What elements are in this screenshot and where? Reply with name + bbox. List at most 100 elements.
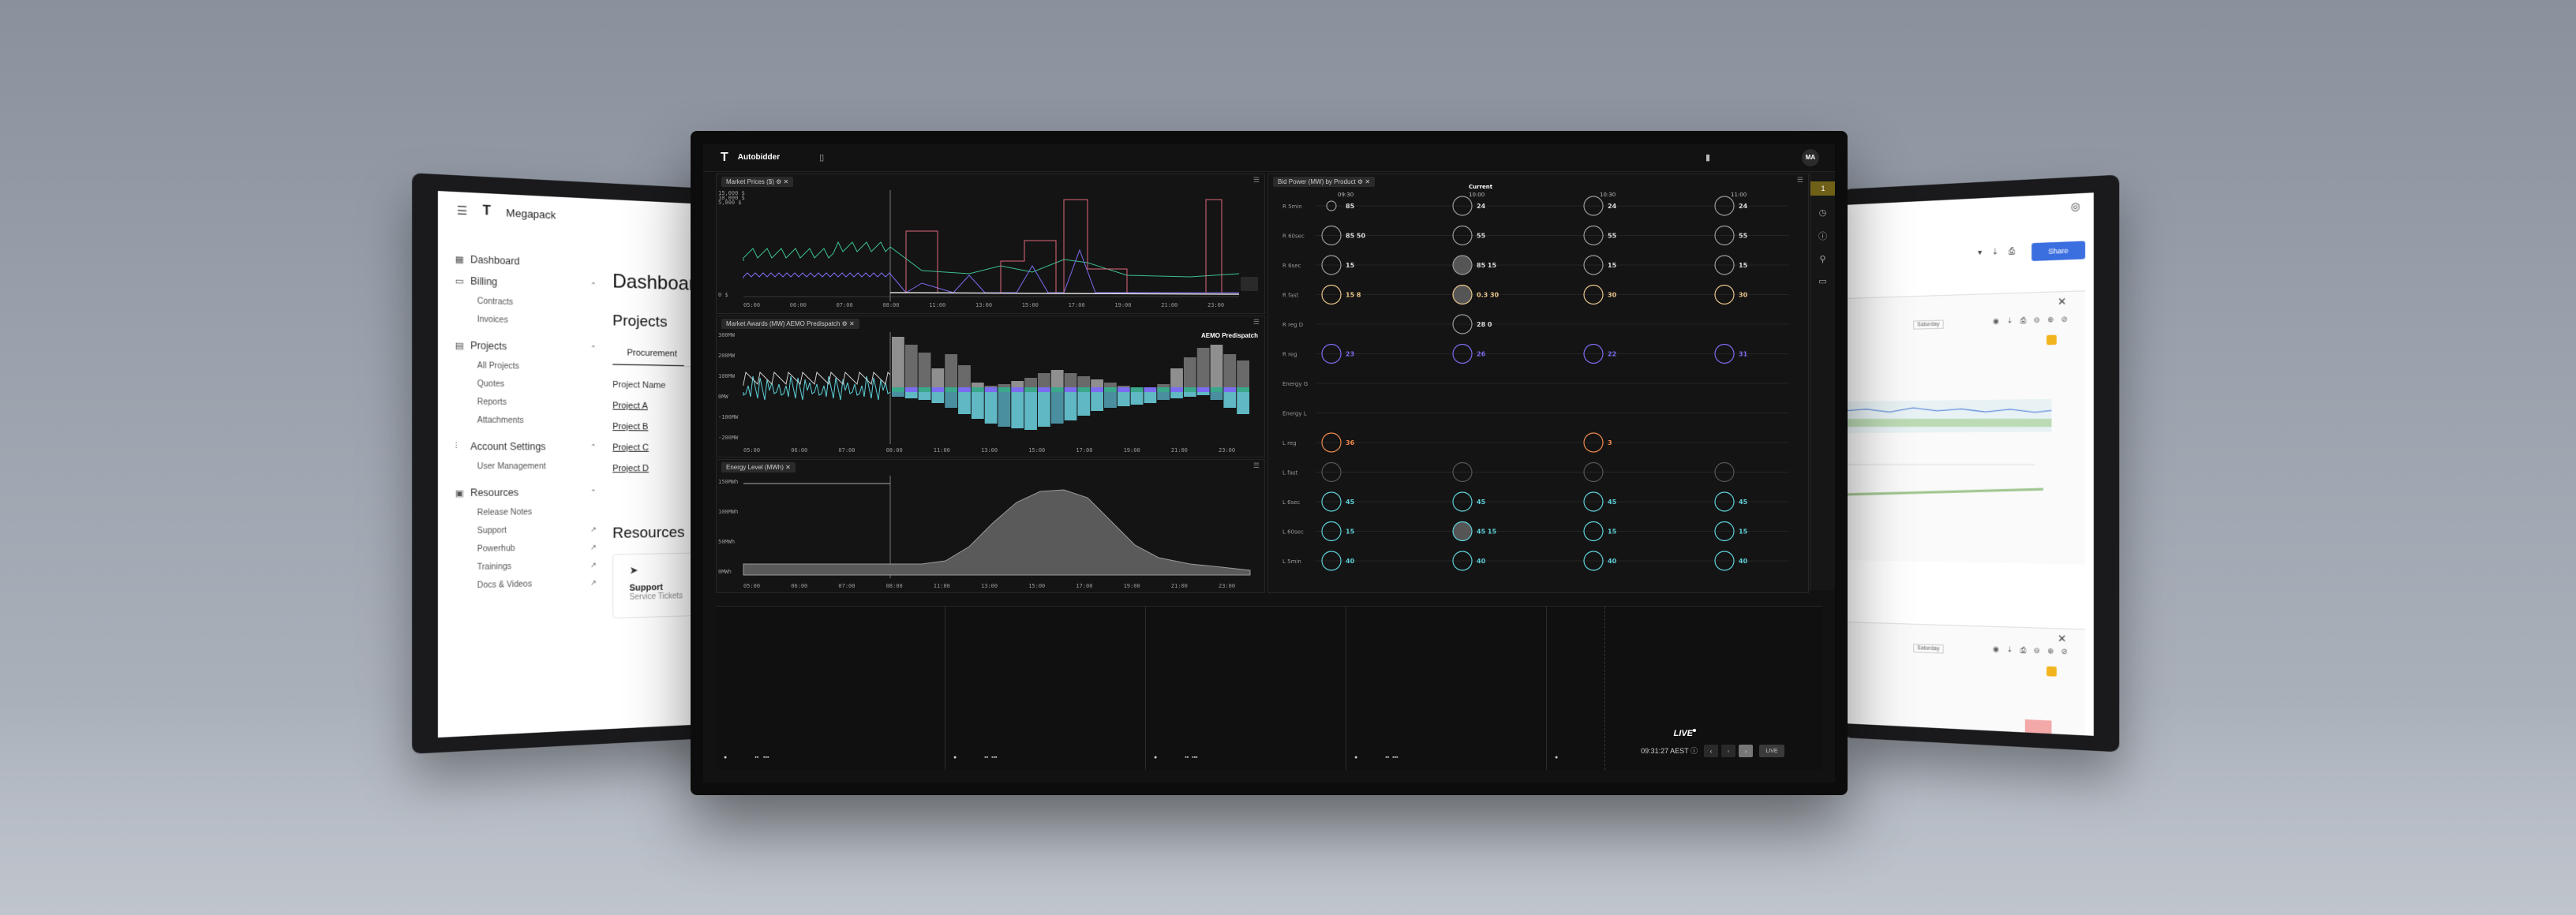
pause-button[interactable]: ◦: [1721, 745, 1735, 757]
sidebar-subitem-all-projects[interactable]: All Projects: [455, 356, 597, 376]
panel-tool-icons[interactable]: ◉⇣⎙⊖⊕⊘: [1993, 315, 2075, 326]
award-bar-down: [1170, 392, 1183, 398]
sidebar-subitem-support[interactable]: Support ↗: [455, 521, 597, 540]
info-icon[interactable]: ⓘ: [1810, 230, 1835, 242]
award-bar-mid: [971, 387, 984, 392]
sidebar-subitem-quotes[interactable]: Quotes: [455, 374, 597, 394]
award-bar-mid: [1210, 387, 1223, 392]
series-line-red: [905, 199, 1222, 293]
support-card-subtitle: Service Tickets: [629, 592, 683, 603]
series-line-green: [743, 241, 1240, 278]
right-monitor: ◎ ▾⇣⎙ Share ✕ Saturday ◉⇣⎙⊖⊕⊘ ✕ Saturday…: [1843, 174, 2120, 753]
award-bar-mid: [958, 387, 971, 392]
award-bar-down: [984, 392, 998, 424]
chevron-up-icon[interactable]: ⌃: [590, 281, 597, 290]
brand-name: Megapack: [506, 206, 556, 221]
x-tick-label: 05:00: [743, 447, 760, 454]
sidebar-subitem-label: Release Notes: [477, 507, 533, 517]
bid-circle: [1452, 284, 1473, 305]
bid-value: 31: [1739, 351, 1748, 358]
history-icon[interactable]: ◷: [1810, 207, 1835, 218]
award-bar-mid: [1183, 387, 1196, 392]
sidebar-subitem-attachments[interactable]: Attachments: [455, 411, 597, 430]
tab-procurement[interactable]: Procurement: [612, 347, 684, 368]
date-picker[interactable]: Saturday: [1913, 644, 1944, 654]
timeline-strip: ● ▪▪ ▪▪▪ ● ▪▪ ▪▪▪ ● ▪▪ ▪▪▪ ● ▪▪ ▪▪▪ ● LI…: [716, 606, 1822, 770]
warning-badge: [2046, 666, 2057, 677]
sidebar-item-account-settings[interactable]: ⫶ Account Settings ⌃: [455, 435, 597, 458]
sidebar-subitem-reports[interactable]: Reports: [455, 393, 597, 413]
sidebar-item-projects[interactable]: ▤ Projects ⌃: [455, 334, 597, 359]
sidebar-subitem-release-notes[interactable]: Release Notes: [455, 502, 597, 521]
award-bar-mid: [1037, 387, 1050, 392]
bid-value: 85 50: [1346, 233, 1365, 240]
account-icon[interactable]: ◎: [2071, 200, 2080, 213]
sliders-icon: ⫶: [455, 441, 458, 451]
close-icon[interactable]: ✕: [2057, 295, 2067, 308]
x-tick-label: 07:00: [837, 302, 853, 308]
panel-tool-icons[interactable]: ◉⇣⎙⊖⊕⊘: [1993, 644, 2075, 656]
date-picker[interactable]: Saturday: [1913, 319, 1944, 330]
award-bar-down: [904, 392, 918, 398]
timeline-slot[interactable]: ● ▪▪ ▪▪▪: [945, 607, 1145, 770]
bid-value: 30: [1608, 292, 1617, 299]
prev-button[interactable]: ‹: [1704, 745, 1718, 757]
energy-chart: 150MWh 100MWh 50MWh 0MWh 05:00 06:00 07:00 08:0…: [718, 476, 1251, 589]
timeline-slot[interactable]: ● ▪▪ ▪▪▪: [1346, 607, 1546, 770]
x-tick-label: 06:00: [791, 583, 807, 589]
sidebar-subitem-user-management[interactable]: User Management: [455, 458, 597, 476]
sidebar-subitem-label: Support: [477, 525, 507, 536]
bid-circle: [1452, 521, 1473, 542]
timeline-slot[interactable]: ● ▪▪ ▪▪▪: [1145, 607, 1346, 770]
sidebar-item-resources[interactable]: ▣ Resources ⌃: [455, 482, 597, 504]
award-bar-down: [1210, 392, 1223, 400]
sidebar-subitem-docs-videos[interactable]: Docs & Videos ↗: [455, 573, 597, 595]
row-label: Energy G: [1282, 381, 1308, 387]
toolbar-icons[interactable]: ▾⇣⎙: [1978, 247, 2025, 258]
market-awards-panel: Market Awards (MW) AEMO Predispatch ⚙ ✕ …: [716, 316, 1265, 458]
sidebar-subitem-invoices[interactable]: Invoices: [455, 309, 597, 331]
chevron-up-icon[interactable]: ⌃: [590, 487, 597, 496]
timeline-slot[interactable]: ●: [1546, 607, 1604, 770]
sidebar-item-label: Projects: [470, 339, 507, 353]
y-tick-label: 0MWh: [718, 569, 732, 575]
chevron-up-icon[interactable]: ⌃: [590, 344, 597, 353]
x-tick-label: 13:00: [975, 302, 992, 308]
award-bar-up: [904, 345, 918, 392]
award-bar-down: [998, 392, 1011, 427]
bid-value: 36: [1346, 439, 1355, 446]
close-icon[interactable]: ✕: [2057, 632, 2067, 645]
chevron-up-icon[interactable]: ⌃: [590, 443, 597, 451]
award-bar-down: [1091, 392, 1104, 411]
bid-value: 15: [1346, 528, 1355, 536]
area-chart: [1843, 398, 2052, 498]
x-tick-label: 19:00: [1124, 583, 1140, 589]
award-bar-down: [1037, 392, 1050, 427]
current-label: Current: [1469, 184, 1493, 190]
sidebar-toggle-icon[interactable]: ▯: [819, 152, 824, 162]
bid-value: 24: [1608, 203, 1617, 210]
next-button[interactable]: ›: [1739, 745, 1753, 757]
award-bar-mid: [984, 387, 998, 392]
x-tick-label: 08:00: [886, 447, 903, 454]
row-label: L 6sec: [1282, 499, 1301, 506]
timeline-slot[interactable]: ● ▪▪ ▪▪▪: [716, 607, 945, 770]
award-bar-up: [918, 353, 931, 392]
sidebar-nav: ▦ Dashboard ▭ Billing ⌃ Contracts Invoices …: [455, 248, 597, 596]
tesla-logo: T: [482, 204, 492, 218]
pin-icon[interactable]: ⚲: [1810, 254, 1835, 264]
bid-value: 45 15: [1477, 528, 1496, 536]
market-prices-panel: Market Prices ($) ⚙ ✕ ☰ 15,000 $10,000 $…: [716, 174, 1265, 314]
menu-icon[interactable]: ☰: [457, 203, 468, 217]
sidebar-item-label: Resources: [470, 487, 519, 499]
x-tick-label: 06:00: [790, 302, 807, 308]
share-button[interactable]: Share: [2031, 241, 2086, 262]
x-tick-label: 23:00: [1219, 583, 1235, 589]
avatar[interactable]: MA: [1802, 148, 1819, 166]
sidebar-subitem-powerhub[interactable]: Powerhub ↗: [455, 538, 597, 558]
gamepad-icon[interactable]: ▭: [1810, 276, 1835, 286]
rail-item-active[interactable]: 1: [1810, 181, 1835, 196]
award-bar-down: [945, 392, 958, 408]
go-live-button[interactable]: LIVE: [1759, 745, 1784, 757]
notification-icon[interactable]: ▮: [1705, 152, 1710, 162]
